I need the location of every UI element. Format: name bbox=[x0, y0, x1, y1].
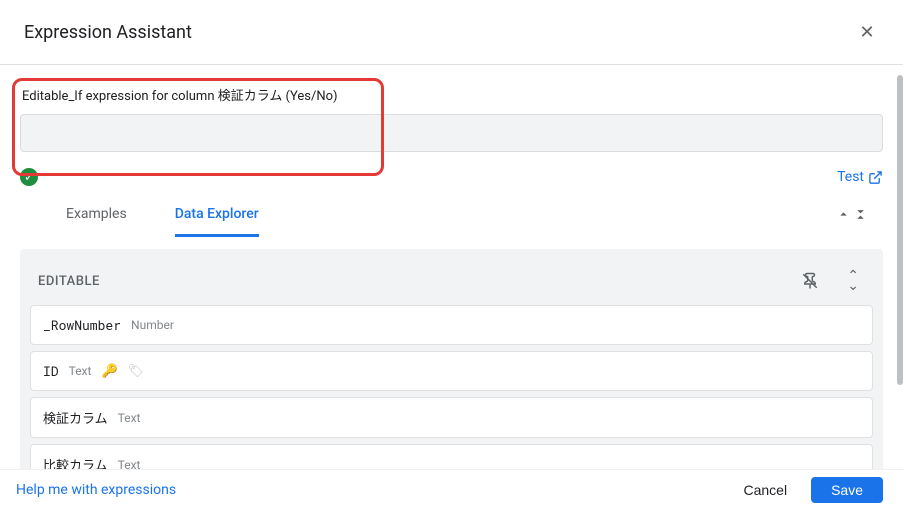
scrollbar[interactable] bbox=[897, 75, 903, 385]
dialog-header: Expression Assistant ✕ bbox=[0, 0, 903, 65]
column-item[interactable]: 検証カラム Text bbox=[30, 397, 873, 438]
tab-examples[interactable]: Examples bbox=[66, 194, 127, 237]
expression-label: Editable_If expression for column 検証カラム … bbox=[20, 85, 883, 104]
tabs: Examples Data Explorer bbox=[20, 194, 259, 237]
help-link[interactable]: Help me with expressions bbox=[16, 482, 176, 498]
data-explorer-header: EDITABLE ⌃⌄ bbox=[30, 261, 873, 305]
tab-data-explorer[interactable]: Data Explorer bbox=[175, 194, 259, 237]
collapse-icon[interactable] bbox=[837, 206, 883, 225]
unpin-icon[interactable] bbox=[801, 272, 819, 290]
save-button[interactable]: Save bbox=[811, 477, 883, 503]
external-link-icon bbox=[868, 170, 883, 185]
tabs-row: Examples Data Explorer bbox=[20, 194, 883, 237]
column-name: _RowNumber bbox=[43, 316, 121, 334]
test-label: Test bbox=[837, 169, 864, 185]
footer-actions: Cancel Save bbox=[729, 474, 883, 506]
expression-input[interactable] bbox=[20, 114, 883, 152]
tag-icon: 🏷 bbox=[128, 364, 145, 379]
cancel-button[interactable]: Cancel bbox=[729, 474, 801, 506]
column-type: Number bbox=[131, 318, 174, 332]
test-link[interactable]: Test bbox=[837, 169, 883, 185]
section-collapse-icon[interactable]: ⌃⌄ bbox=[847, 271, 859, 291]
column-type: Text bbox=[118, 411, 141, 425]
data-explorer-title: EDITABLE bbox=[38, 274, 100, 289]
data-explorer-panel: EDITABLE ⌃⌄ _RowNumber Number ID Text 🔑 … bbox=[20, 249, 883, 489]
main-content: Editable_If expression for column 検証カラム … bbox=[0, 85, 903, 489]
dialog-title: Expression Assistant bbox=[24, 22, 192, 43]
status-row: ✓ Test bbox=[20, 168, 883, 186]
column-name: 検証カラム bbox=[43, 408, 108, 427]
close-icon[interactable]: ✕ bbox=[855, 20, 879, 44]
key-icon: 🔑 bbox=[101, 364, 117, 379]
data-explorer-actions: ⌃⌄ bbox=[801, 271, 865, 291]
check-icon: ✓ bbox=[20, 168, 38, 186]
column-item[interactable]: _RowNumber Number bbox=[30, 305, 873, 345]
column-type: Text bbox=[69, 364, 92, 378]
column-item[interactable]: ID Text 🔑 🏷 bbox=[30, 351, 873, 391]
column-list: _RowNumber Number ID Text 🔑 🏷 検証カラム Text… bbox=[30, 305, 873, 485]
column-name: ID bbox=[43, 362, 59, 380]
dialog-footer: Help me with expressions Cancel Save bbox=[0, 469, 903, 508]
